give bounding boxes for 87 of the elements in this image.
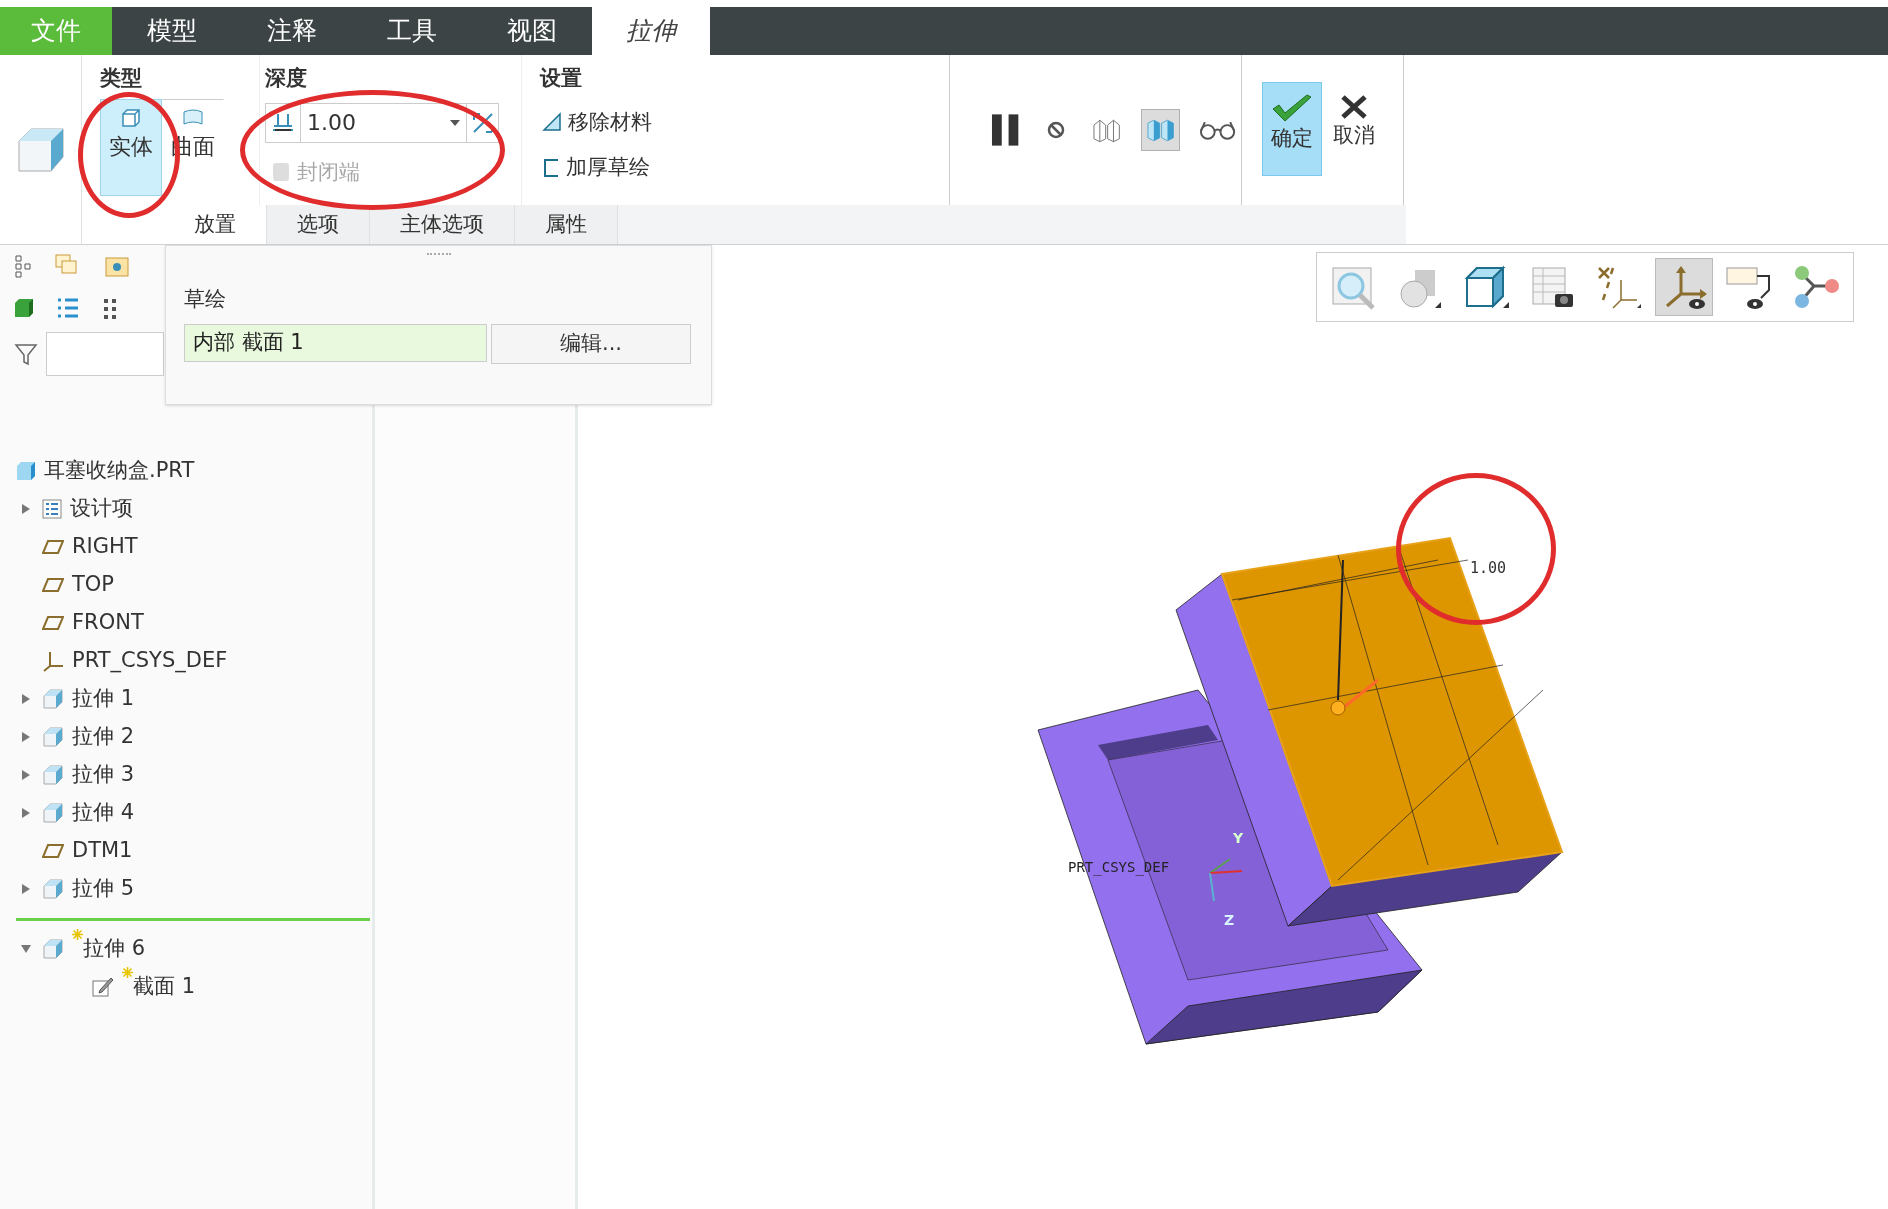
extrude-cube-icon <box>42 688 64 710</box>
tree-item[interactable]: FRONT <box>72 607 144 639</box>
extrude-cube-icon <box>42 726 64 748</box>
sub-tab[interactable]: 主体选项 <box>370 205 515 244</box>
menu-tab[interactable]: 拉伸 <box>592 7 710 55</box>
depth-field[interactable]: 1.00 <box>301 102 466 143</box>
depth-option-button[interactable] <box>265 102 301 143</box>
node-graph-icon <box>1792 264 1840 310</box>
expand-arrow-icon[interactable] <box>20 807 32 819</box>
filter-icon[interactable] <box>14 342 38 366</box>
tree-structure-icon[interactable] <box>14 254 32 278</box>
tree-item[interactable]: 拉伸 2 <box>72 721 135 753</box>
tree-item[interactable]: PRT_CSYS_DEF <box>72 645 228 677</box>
datum-plane-icon <box>42 615 64 631</box>
flip-arrow-icon <box>470 110 495 135</box>
sketch-pencil-icon <box>92 976 114 998</box>
extrude-cube-icon <box>42 938 64 960</box>
extrude-cube-icon <box>42 764 64 786</box>
tree-item[interactable]: 拉伸 1 <box>72 683 135 715</box>
wireframe-boxes-icon <box>1092 117 1122 143</box>
insert-marker-line[interactable] <box>16 917 370 921</box>
close-icon <box>1340 94 1368 120</box>
datum-plane-icon <box>42 577 64 593</box>
sub-tab[interactable]: 属性 <box>515 205 618 244</box>
tree-item[interactable]: DTM1 <box>72 835 133 867</box>
type-option[interactable]: 实体 <box>100 98 162 196</box>
tree-item[interactable]: TOP <box>72 569 115 601</box>
menu-tab[interactable]: 视图 <box>472 7 592 55</box>
datum-plane-icon <box>42 539 64 555</box>
thicken-icon <box>542 157 560 178</box>
tree-item[interactable]: 截面 1 <box>133 971 196 1003</box>
expand-arrow-icon[interactable] <box>20 883 32 895</box>
expand-arrow-icon[interactable] <box>20 769 32 781</box>
dimension-label: 1.00 <box>1470 558 1507 579</box>
tree-item[interactable]: RIGHT <box>72 531 138 563</box>
shaded-boxes-icon <box>1145 118 1175 142</box>
datum-plane-icon <box>42 843 64 859</box>
csys-icon <box>42 650 64 672</box>
tree-item[interactable]: 拉伸 3 <box>72 759 135 791</box>
zoom-icon <box>1331 264 1377 310</box>
tree-item[interactable]: 拉伸 5 <box>72 873 135 905</box>
remove-material-icon <box>542 112 562 133</box>
ok-button[interactable]: 确定 <box>1262 82 1322 176</box>
cube-outline-icon <box>121 107 141 128</box>
prohibited-icon <box>1046 120 1067 140</box>
group-title: 类型 <box>100 65 142 92</box>
group-title: 设置 <box>540 65 582 92</box>
filter-field[interactable] <box>46 332 164 376</box>
tree-item[interactable]: 设计项 <box>70 493 133 525</box>
table-camera-icon <box>1529 264 1575 310</box>
view-tool-button[interactable] <box>1655 258 1713 316</box>
sub-tab[interactable]: 选项 <box>267 205 370 244</box>
cube-icon <box>1463 264 1509 310</box>
axis-label: Z <box>1224 911 1235 930</box>
sub-tab[interactable]: 放置 <box>164 205 267 244</box>
group-title: 深度 <box>265 65 307 92</box>
collapse-arrow-icon[interactable] <box>20 943 32 955</box>
expand-arrow-icon[interactable] <box>20 693 32 705</box>
part-cube-icon <box>16 461 36 481</box>
edit-button[interactable]: 编辑... <box>491 323 691 364</box>
blind-depth-icon <box>271 111 295 134</box>
glasses-icon <box>1198 119 1236 141</box>
settings-toggle[interactable]: 移除材料 <box>540 106 654 138</box>
tree-item[interactable]: 拉伸 4 <box>72 797 135 829</box>
axis-label: Y <box>1233 829 1244 848</box>
menu-tab[interactable]: 注释 <box>232 7 352 55</box>
menu-tab[interactable]: 模型 <box>112 7 232 55</box>
extrude-cube-icon <box>42 878 64 900</box>
expand-arrow-icon[interactable] <box>20 731 32 743</box>
settings-toggle[interactable]: 加厚草绘 <box>540 152 652 184</box>
list-icon <box>42 499 62 519</box>
extrude-cube-icon <box>42 802 64 824</box>
tree-item[interactable]: 拉伸 6 <box>83 933 146 965</box>
tree-root[interactable]: 耳塞收纳盒.PRT <box>44 455 195 487</box>
extrude-cube-icon <box>16 126 65 173</box>
solid-cube-icon[interactable] <box>14 298 34 318</box>
sketch-label: 草绘 <box>184 286 226 313</box>
cancel-button[interactable]: 取消 <box>1324 82 1384 176</box>
list-tree-icon[interactable] <box>56 296 80 320</box>
menu-tab[interactable]: 工具 <box>352 7 472 55</box>
expand-arrow-icon[interactable] <box>20 503 32 515</box>
checkmark-icon <box>1271 93 1313 123</box>
surface-icon <box>182 107 204 128</box>
pause-icon <box>991 113 1021 147</box>
sketch-collector-field[interactable]: 内部 截面 1 <box>184 323 487 362</box>
datum-display-icon <box>1595 264 1641 310</box>
dropdown-caret-icon <box>450 119 460 126</box>
